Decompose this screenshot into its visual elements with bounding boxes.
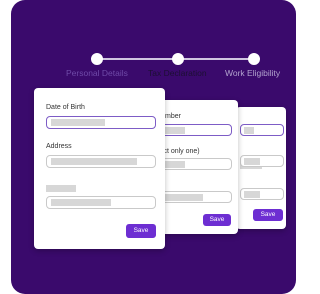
work-eligibility-card: Save [236, 107, 286, 229]
work-field-1[interactable] [240, 124, 284, 136]
step-1-dot-icon[interactable] [91, 53, 103, 65]
tax-number-label: mber [165, 113, 181, 120]
address-label: Address [46, 143, 72, 150]
field-label-placeholder [46, 185, 76, 192]
field-value-placeholder [165, 194, 203, 201]
field-value-placeholder [165, 127, 185, 134]
step-label-tax-declaration[interactable]: Tax Declaration [148, 68, 207, 78]
stepper-connector [97, 58, 178, 60]
step-2-dot-icon[interactable] [172, 53, 184, 65]
dob-label: Date of Birth [46, 104, 85, 111]
field-value-placeholder [244, 158, 260, 165]
step-label-personal-details[interactable]: Personal Details [66, 68, 128, 78]
personal-details-card: Date of Birth Address Save [34, 88, 165, 249]
progress-stepper: Personal Details Tax Declaration Work El… [0, 0, 296, 100]
tax-number-field[interactable] [160, 124, 232, 136]
field-value-placeholder [165, 161, 185, 168]
field-value-placeholder [51, 199, 111, 206]
step-3-dot-icon[interactable] [248, 53, 260, 65]
address-input[interactable] [46, 155, 156, 168]
personal-save-button[interactable]: Save [126, 224, 156, 238]
field-value-placeholder [244, 191, 260, 198]
work-save-button[interactable]: Save [253, 209, 283, 221]
stepper-connector [178, 58, 254, 60]
tax-extra-field[interactable] [160, 191, 232, 203]
extra-input[interactable] [46, 196, 156, 209]
field-value-placeholder [244, 127, 254, 134]
work-field-3[interactable] [240, 188, 284, 200]
dob-input[interactable] [46, 116, 156, 129]
tax-select-field[interactable] [160, 158, 232, 170]
step-label-work-eligibility[interactable]: Work Eligibility [225, 68, 280, 78]
field-value-placeholder [51, 119, 105, 126]
field-value-placeholder [51, 158, 137, 165]
work-field-2[interactable] [240, 155, 284, 167]
tax-save-button[interactable]: Save [203, 214, 231, 226]
